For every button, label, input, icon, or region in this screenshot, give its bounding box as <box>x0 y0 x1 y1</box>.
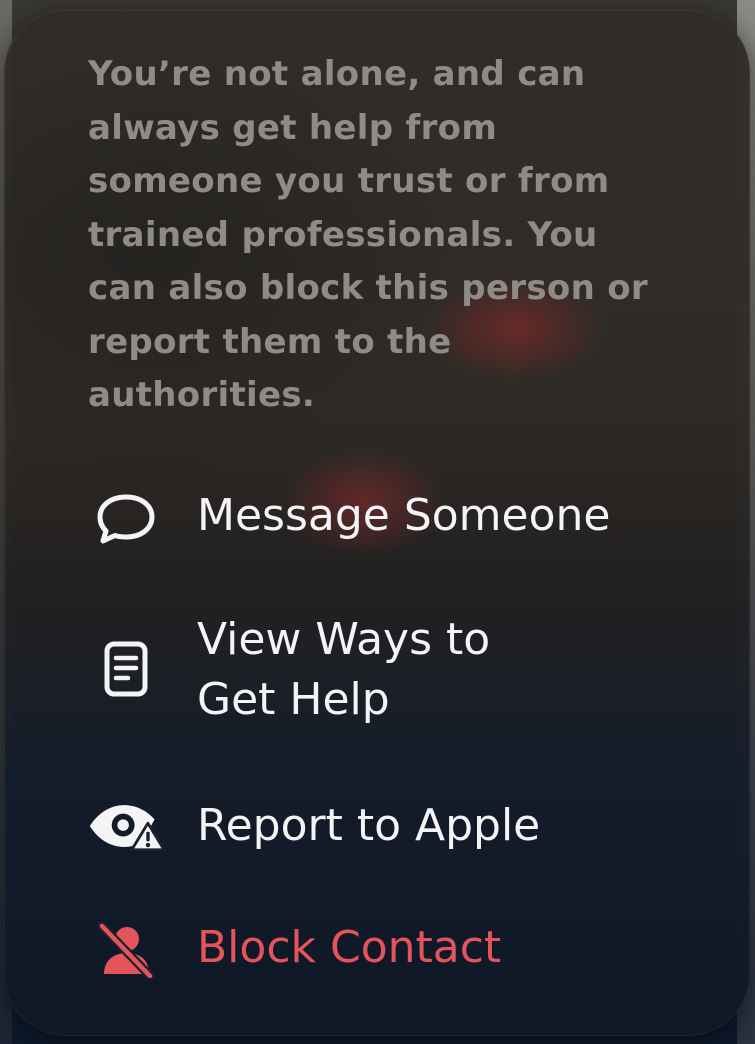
report-to-apple-label: Report to Apple <box>197 800 541 851</box>
eye-warning-icon <box>86 797 166 857</box>
message-someone-label: Message Someone <box>197 490 611 541</box>
document-icon <box>86 640 166 700</box>
report-to-apple-item[interactable]: Report to Apple <box>4 792 750 882</box>
speech-bubble-icon <box>86 488 166 548</box>
intro-message: You’re not alone, and can always get hel… <box>88 54 648 415</box>
view-ways-to-get-help-item[interactable]: View Ways to Get Help <box>4 610 750 740</box>
safety-menu-sheet: You’re not alone, and can always get hel… <box>4 10 750 1036</box>
view-ways-to-get-help-label: View Ways to Get Help <box>197 614 491 725</box>
block-contact-label: Block Contact <box>197 922 502 973</box>
person-slash-icon <box>86 920 166 980</box>
block-contact-item[interactable]: Block Contact <box>4 916 750 1006</box>
message-someone-item[interactable]: Message Someone <box>4 480 750 570</box>
